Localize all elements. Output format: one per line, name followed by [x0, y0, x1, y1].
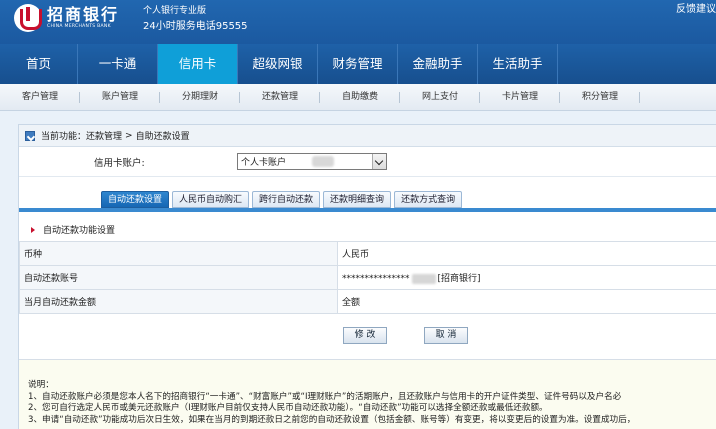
nav-debit-card[interactable]: 一卡通 — [78, 44, 158, 84]
row-value-amount: 全额 — [337, 289, 716, 314]
nav-life-assistant[interactable]: 生活助手 — [478, 44, 558, 84]
settings-table: 币种 人民币 自动还款账号 *************** [招商银行] 当月自动… — [19, 241, 716, 314]
subnav-repayment-mgmt[interactable]: 还款管理 — [240, 84, 320, 111]
notes-line-2: 2、您可自行选定人民币或美元还款账户（I理财账户目前仅支持人民币自动还款功能）。… — [28, 403, 548, 413]
row-value-currency: 人民币 — [337, 241, 716, 266]
content-panel: 当前功能： 还款管理 > 自助还款设置 信用卡账户: 个人卡账户 自动还款设置 … — [18, 124, 716, 429]
masked-digits — [411, 273, 436, 284]
tab-underline — [19, 208, 716, 212]
subnav-account-mgmt[interactable]: 账户管理 — [80, 84, 160, 111]
notes-title: 说明： — [28, 380, 54, 390]
nav-home[interactable]: 首页 — [0, 44, 78, 84]
feedback-link[interactable]: 反馈建议 — [676, 0, 716, 15]
table-row: 当月自动还款金额 全额 — [19, 289, 716, 314]
breadcrumb-separator: > — [125, 130, 133, 141]
subnav-points-mgmt[interactable]: 积分管理 — [560, 84, 640, 111]
tab-auto-repayment[interactable]: 自动还款设置 — [101, 191, 170, 208]
table-row: 自动还款账号 *************** [招商银行] — [19, 265, 716, 290]
table-row: 币种 人民币 — [19, 241, 716, 266]
cmb-logo-icon — [14, 4, 42, 32]
subnav-card-mgmt[interactable]: 卡片管理 — [480, 84, 560, 111]
nav-finance-mgmt[interactable]: 财务管理 — [318, 44, 398, 84]
breadcrumb: 当前功能： 还款管理 > 自助还款设置 — [19, 125, 716, 147]
account-bank: [招商银行] — [437, 274, 481, 284]
bank-logo[interactable]: 招商银行 CHINA MERCHANTS BANK — [14, 4, 119, 32]
notes-line-1: 1、自动还款账户必须是您本人名下的招商银行“一卡通”、“财富账户”或“I理财账户… — [28, 391, 622, 402]
current-function-icon — [25, 130, 35, 141]
auto-repayment-section: 自动还款功能设置 币种 人民币 自动还款账号 *************** [招… — [19, 220, 716, 314]
row-key-account: 自动还款账号 — [19, 265, 338, 290]
section-title: 自动还款功能设置 — [43, 226, 116, 236]
nav-super-ebank[interactable]: 超级网银 — [238, 44, 318, 84]
row-key-currency: 币种 — [19, 241, 338, 266]
cancel-button[interactable]: 取 消 — [424, 327, 468, 344]
sub-nav: 客户管理 账户管理 分期理财 还款管理 自助缴费 网上支付 卡片管理 积分管理 — [0, 84, 716, 111]
account-select-value: 个人卡账户 — [241, 158, 287, 168]
section-header: 自动还款功能设置 — [19, 220, 716, 239]
service-phone: 24小时服务电话95555 — [143, 21, 248, 32]
action-buttons: 修 改 取 消 — [19, 325, 716, 347]
edition-label: 个人银行专业版 — [143, 6, 207, 16]
masked-account-number — [312, 156, 334, 167]
account-label: 信用卡账户: — [94, 158, 145, 169]
nav-credit-card[interactable]: 信用卡 — [158, 44, 238, 84]
tab-rmb-auto-exchange[interactable]: 人民币自动购汇 — [172, 191, 250, 208]
breadcrumb-current: 自助还款设置 — [135, 132, 190, 142]
breadcrumb-repayment[interactable]: 还款管理 — [86, 129, 122, 142]
account-select[interactable]: 个人卡账户 — [237, 153, 387, 170]
account-row: 信用卡账户: 个人卡账户 — [19, 147, 716, 177]
subnav-installment[interactable]: 分期理财 — [160, 84, 240, 111]
row-key-amount: 当月自动还款金额 — [19, 289, 338, 314]
row-value-account: *************** [招商银行] — [337, 265, 716, 290]
account-number-prefix: *************** — [342, 274, 410, 284]
subnav-customer-mgmt[interactable]: 客户管理 — [0, 84, 80, 111]
logo-name-cn: 招商银行 — [47, 5, 120, 24]
subnav-online-payment[interactable]: 网上支付 — [400, 84, 480, 111]
main-nav: 首页 一卡通 信用卡 超级网银 财务管理 金融助手 生活助手 — [0, 44, 716, 84]
chevron-down-icon[interactable] — [372, 154, 386, 169]
breadcrumb-label: 当前功能： — [41, 132, 87, 142]
modify-button[interactable]: 修 改 — [343, 327, 387, 344]
notes-panel: 说明： 1、自动还款账户必须是您本人名下的招商银行“一卡通”、“财富账户”或“I… — [19, 359, 716, 429]
header: 招商银行 CHINA MERCHANTS BANK 个人银行专业版 24小时服务… — [0, 0, 716, 44]
logo-name-en: CHINA MERCHANTS BANK — [47, 24, 111, 29]
arrow-right-icon — [31, 226, 35, 233]
tab-bar: 自动还款设置 人民币自动购汇 跨行自动还款 还款明细查询 还款方式查询 — [101, 191, 465, 208]
tab-interbank-repayment[interactable]: 跨行自动还款 — [252, 191, 321, 208]
header-info: 个人银行专业版 24小时服务电话95555 — [143, 5, 248, 34]
nav-finance-assistant[interactable]: 金融助手 — [398, 44, 478, 84]
notes-line-3: 3、申请“自动还款”功能成功后次日生效，如果在当月的到期还款日之前您的自动还款设… — [28, 414, 636, 425]
subnav-self-payment[interactable]: 自助缴费 — [320, 84, 400, 111]
tab-repayment-detail[interactable]: 还款明细查询 — [323, 191, 392, 208]
tab-repayment-method[interactable]: 还款方式查询 — [394, 191, 463, 208]
